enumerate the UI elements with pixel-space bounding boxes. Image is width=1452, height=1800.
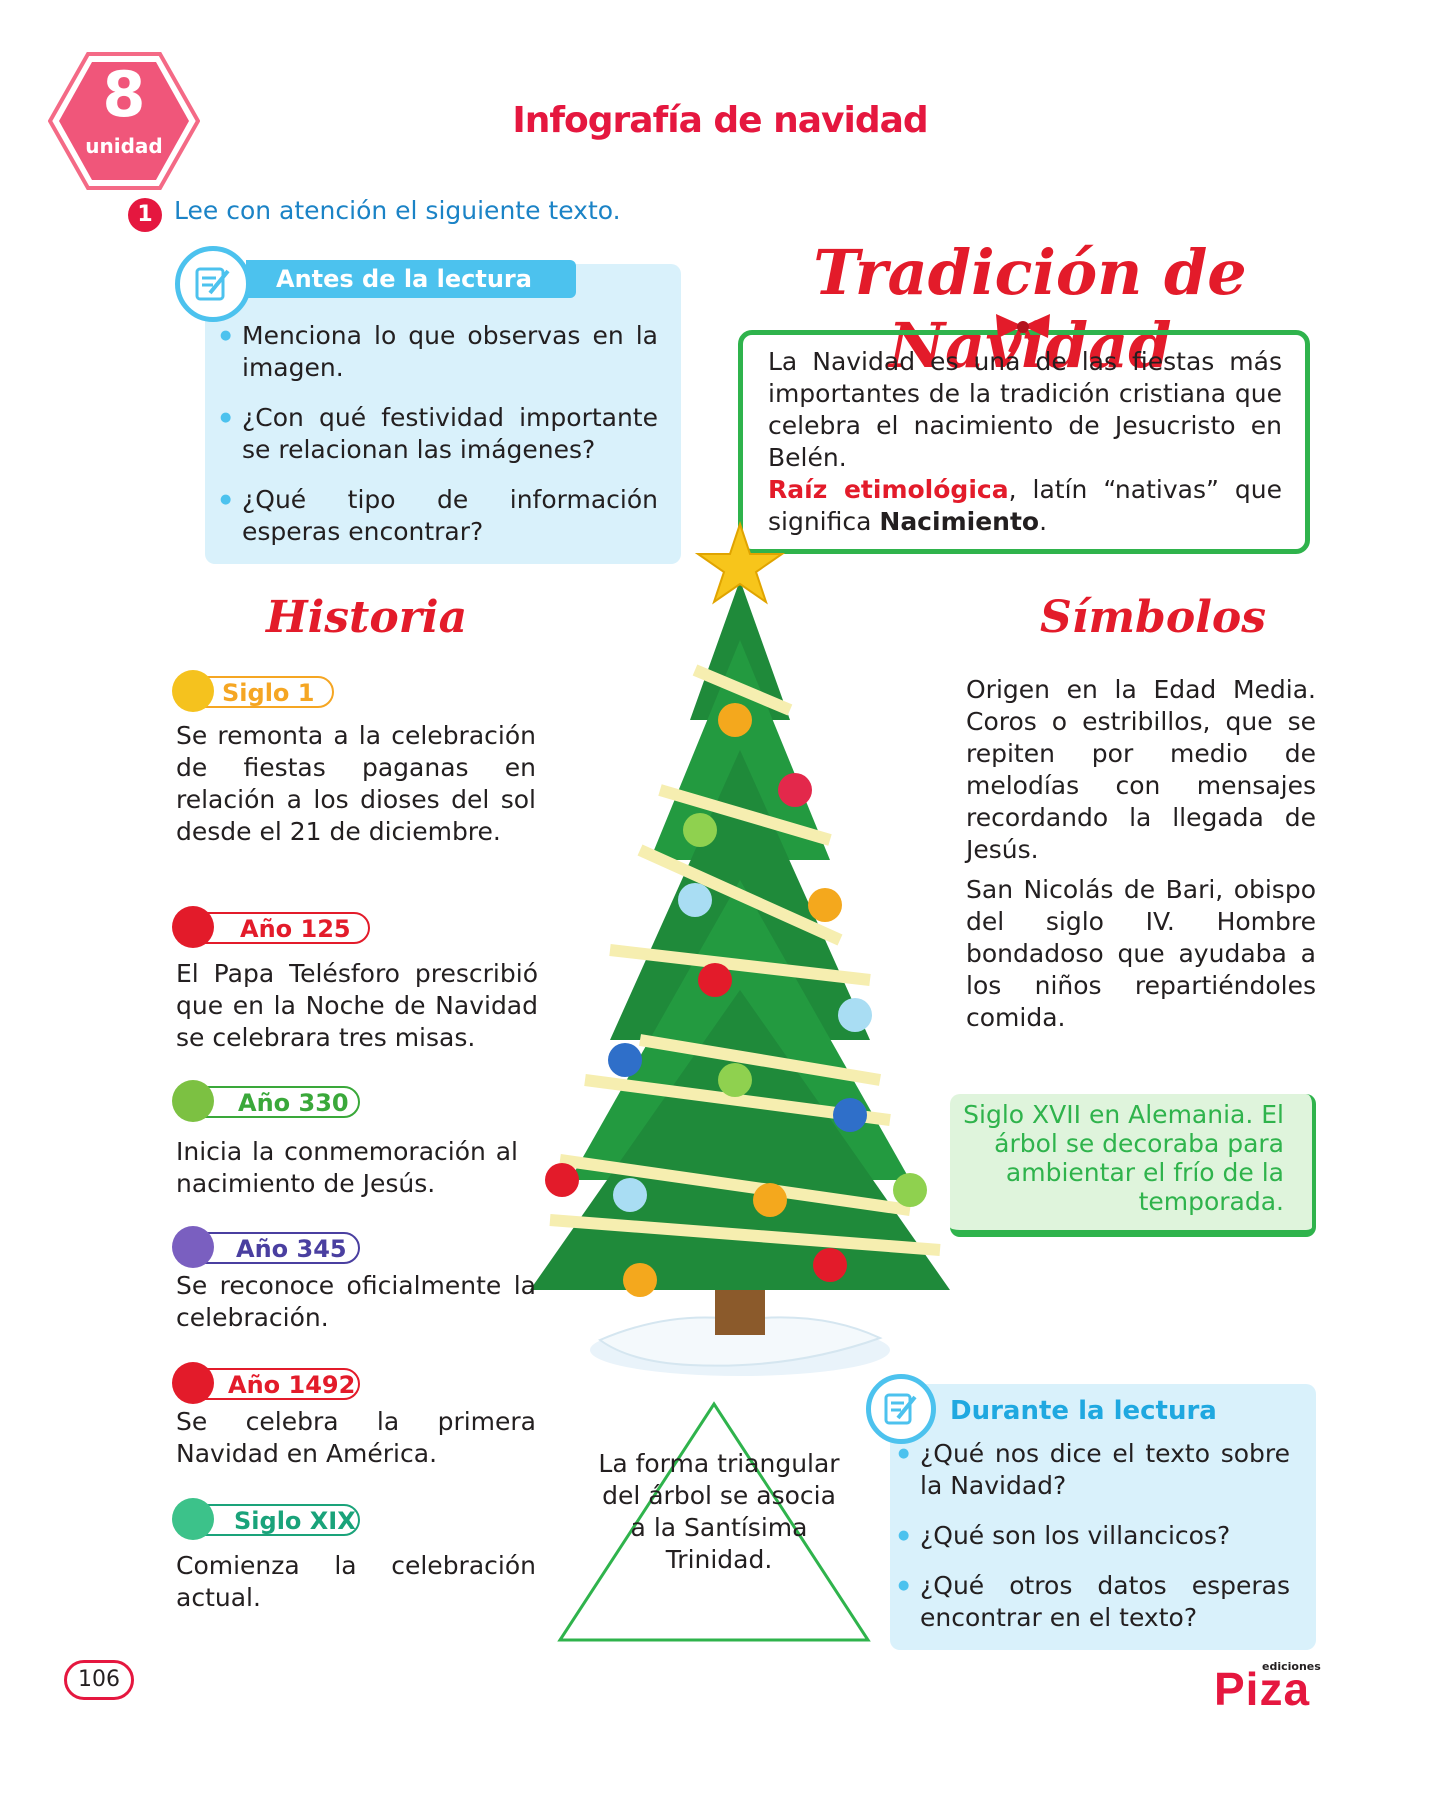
ornament-icon — [172, 670, 214, 712]
definition-main: La Navidad es una de las fiestas más imp… — [768, 347, 1282, 472]
history-text-1: Se remonta a la celebración de fiestas p… — [176, 721, 536, 846]
instruction-text: Lee con atención el siguiente texto. — [174, 196, 621, 225]
history-text-4: Se reconoce oficialmente la celebración. — [176, 1271, 536, 1332]
ornament-icon — [172, 1498, 214, 1540]
list-item: Menciona lo que observas en la imagen. — [218, 320, 658, 384]
ornament-icon — [172, 906, 214, 948]
history-text-6: Comienza la celebración actual. — [176, 1551, 536, 1612]
christmas-tree-image — [530, 520, 950, 1376]
page-title: Infografía de navidad — [512, 100, 928, 141]
symbols-paragraph-1: Origen en la Edad Media. Coros o estribi… — [966, 675, 1316, 864]
ornament-icon — [172, 1080, 214, 1122]
triangle-note: La forma triangular del árbol se asocia … — [598, 1449, 840, 1574]
list-item: ¿Qué otros datos esperas encontrar en el… — [896, 1570, 1290, 1634]
unit-label: unidad — [85, 134, 163, 158]
tree-note-text: Siglo XVII en Alemania. El árbol se deco… — [963, 1100, 1284, 1216]
list-item: ¿Qué nos dice el texto sobre la Navidad? — [896, 1438, 1290, 1502]
root-label: Raíz etimológica — [768, 475, 1009, 504]
history-text-2: El Papa Telésforo prescribió que en la N… — [176, 959, 538, 1052]
definition-text: La Navidad es una de las fiestas más imp… — [768, 347, 1282, 536]
during-reading-title: Durante la lectura — [950, 1396, 1217, 1426]
symbols-paragraph-2: San Nicolás de Bari, obispo del siglo IV… — [966, 875, 1316, 1032]
pencil-note-icon — [866, 1374, 936, 1444]
ornament-icon — [172, 1362, 214, 1404]
history-text-3: Inicia la conmemoración al nacimiento de… — [176, 1137, 518, 1198]
history-text-5: Se celebra la primera Navidad en América… — [176, 1407, 536, 1468]
unit-number: 8 — [102, 58, 146, 131]
list-item: ¿Qué son los villancicos? — [896, 1520, 1290, 1552]
list-item: ¿Con qué festividad importante se relaci… — [218, 402, 658, 466]
ornament-icon — [172, 1226, 214, 1268]
symbols-title: Símbolos — [1040, 592, 1266, 643]
during-reading-questions: ¿Qué nos dice el texto sobre la Navidad?… — [896, 1438, 1290, 1652]
before-reading-title: Antes de la lectura — [246, 260, 576, 298]
page-number: 106 — [64, 1660, 134, 1700]
publisher-logo: Piza — [1214, 1663, 1311, 1715]
history-title: Historia — [266, 592, 468, 643]
instruction-number: 1 — [128, 198, 162, 232]
pencil-note-icon — [175, 246, 251, 322]
